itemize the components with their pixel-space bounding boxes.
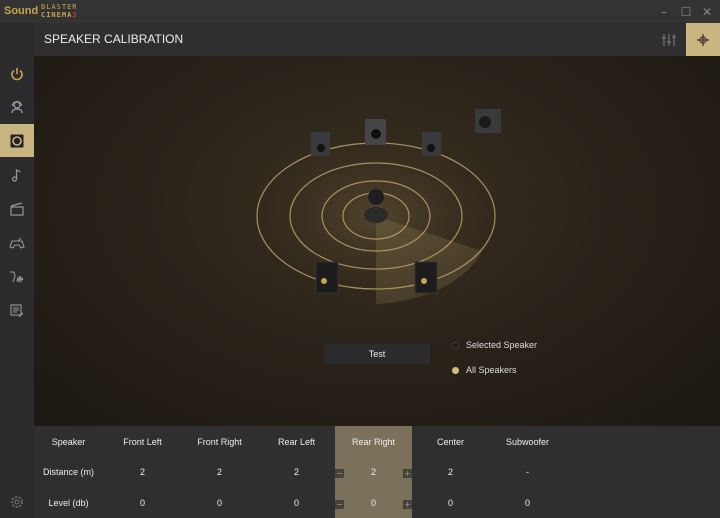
table-cell: 0 (293, 498, 299, 508)
sidebar (0, 23, 34, 518)
sidebar-item-voice[interactable] (0, 260, 34, 293)
table-cell: 0 (139, 498, 145, 508)
logo-cinema: CINEMA3 (41, 11, 78, 19)
minimize-button[interactable]: – (656, 4, 672, 20)
column-header: Front Left (123, 437, 162, 447)
radio-label: All Speakers (466, 365, 517, 375)
speaker-front-left[interactable] (311, 132, 330, 156)
increment-button[interactable]: + (403, 500, 412, 509)
row-label: Distance (m) (42, 467, 94, 477)
radio-dot-selected (452, 366, 459, 374)
radio-dot (452, 341, 459, 349)
logo-sound: Sound (4, 5, 39, 17)
settings-button[interactable] (0, 485, 34, 518)
speaker-subwoofer[interactable] (475, 109, 501, 133)
column-header: Center (436, 437, 464, 447)
power-icon (11, 67, 23, 80)
notes-edit-icon (10, 303, 24, 317)
gear-icon (11, 495, 23, 508)
radio-all-speakers[interactable]: All Speakers (452, 365, 517, 375)
table-cell[interactable]: 0 (335, 498, 412, 508)
sidebar-item-headset[interactable] (0, 90, 34, 123)
headset-user-icon (11, 100, 23, 113)
test-button[interactable]: Test (324, 344, 430, 364)
table-cell: 2 (293, 467, 299, 477)
page-header: SPEAKER CALIBRATION (34, 23, 720, 56)
page-title: SPEAKER CALIBRATION (44, 32, 184, 46)
equalizer-button[interactable] (652, 23, 686, 56)
radio-selected-speaker[interactable]: Selected Speaker (452, 340, 537, 350)
sidebar-item-music[interactable] (0, 158, 34, 191)
table-cell: 2 (139, 467, 145, 477)
logo-blaster: BLASTER (41, 3, 78, 11)
logo-version: 3 (72, 11, 78, 19)
table-cell: - (526, 467, 529, 477)
voice-wave-icon (10, 270, 24, 283)
speaker-layout-diagram (246, 109, 506, 304)
logo-cinema-text: CINEMA (41, 11, 73, 19)
speaker-center[interactable] (365, 119, 386, 145)
increment-button[interactable]: + (403, 469, 412, 478)
table-cell: 2 (216, 467, 222, 477)
speaker-rear-left[interactable] (315, 261, 339, 294)
calibration-table: Speaker Front Left Front Right Rear Left Rea… (34, 426, 720, 518)
table-cell: 0 (524, 498, 530, 508)
table-cell: 0 (216, 498, 222, 508)
column-header: Subwoofer (505, 437, 550, 447)
decrement-button[interactable]: − (335, 469, 344, 478)
decrement-button[interactable]: − (335, 500, 344, 509)
sidebar-item-speaker[interactable] (0, 124, 34, 157)
column-header: Speaker (51, 437, 86, 447)
calibration-button[interactable] (686, 23, 720, 56)
table-cell[interactable]: 2 (335, 467, 412, 477)
clapperboard-icon (10, 201, 24, 216)
equalizer-sliders-icon (662, 33, 676, 46)
column-header: Rear Right (351, 437, 396, 447)
row-label: Level (db) (48, 498, 89, 508)
sidebar-item-gaming[interactable] (0, 226, 34, 259)
gamepad-icon (9, 237, 25, 249)
speaker-front-right[interactable] (422, 132, 441, 156)
column-header: Front Right (197, 437, 242, 447)
sidebar-item-notes[interactable] (0, 294, 34, 327)
speaker-icon (10, 134, 24, 147)
speaker-stage: Test Selected Speaker All Speakers (34, 56, 720, 426)
sidebar-item-movie[interactable] (0, 192, 34, 225)
radio-label: Selected Speaker (466, 340, 538, 350)
table-cell: 2 (447, 467, 453, 477)
sidebar-item-power[interactable] (0, 57, 34, 90)
speaker-rear-right[interactable] (414, 261, 438, 294)
music-note-icon (11, 168, 21, 182)
column-header: Rear Left (277, 437, 316, 447)
crosshair-icon (697, 33, 709, 46)
title-bar: Sound BLASTER CINEMA3 – ☐ ✕ (0, 0, 720, 23)
close-button[interactable]: ✕ (699, 4, 715, 20)
table-cell: 0 (447, 498, 453, 508)
maximize-button[interactable]: ☐ (678, 4, 694, 20)
